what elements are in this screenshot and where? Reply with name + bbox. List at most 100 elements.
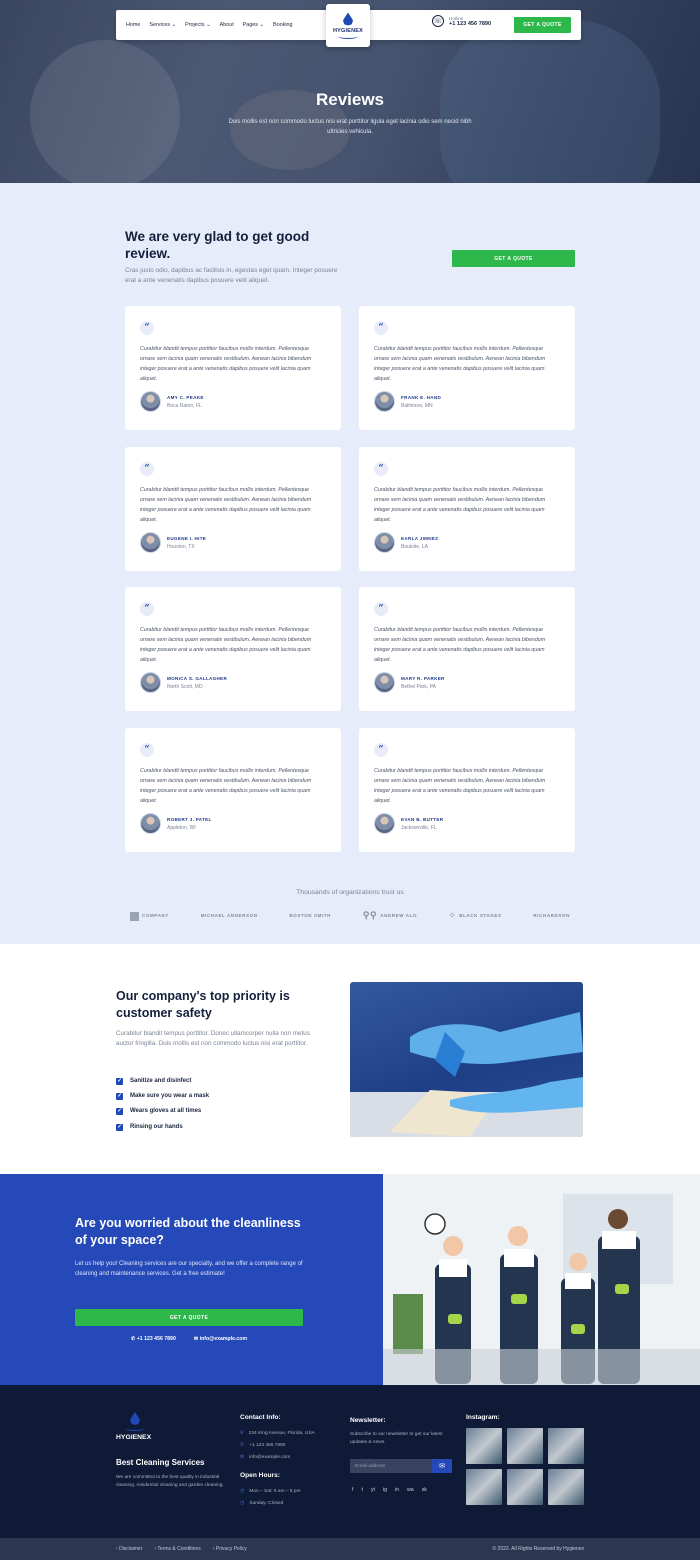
skype-icon[interactable]: sk (422, 1487, 427, 1493)
site-logo[interactable]: HYGIENEX (326, 4, 370, 47)
hours-title: Open Hours: (240, 1472, 280, 1479)
youtube-icon[interactable]: yt (371, 1487, 375, 1493)
avatar (374, 672, 395, 693)
twitter-icon[interactable]: t (361, 1487, 362, 1493)
reviews-quote-button[interactable]: GET A QUOTE (452, 250, 575, 267)
check-label: Wears gloves at all times (130, 1108, 202, 1114)
review-card: “ Curabitur blandit tempus porttitor fau… (125, 728, 341, 852)
instagram-photo[interactable] (466, 1469, 502, 1505)
avatar (374, 532, 395, 553)
cta-email[interactable]: ✉ info@example.com (194, 1336, 247, 1342)
water-drop-icon (130, 1412, 140, 1425)
reviewer-name: EVAN B. BUTTER (401, 817, 444, 822)
review-text: Curabitur blandit tempus porttitor fauci… (374, 768, 546, 804)
brand-logo: RICHARDSON (533, 913, 570, 919)
footer-about: We are committed to the best quality in … (116, 1475, 224, 1488)
footer-link-label: Terms & Conditions (157, 1546, 201, 1552)
instagram-photo[interactable] (507, 1469, 543, 1505)
reviewer-location: Boutsite, LA (401, 544, 428, 550)
whatsapp-icon[interactable]: wa (407, 1487, 414, 1493)
facebook-icon[interactable]: f (352, 1487, 353, 1493)
quote-icon: “ (140, 321, 154, 335)
instagram-photo[interactable] (548, 1469, 584, 1505)
check-label: Sanitize and disinfect (130, 1078, 192, 1084)
header-quote-button[interactable]: GET A QUOTE (514, 17, 571, 33)
footer-email[interactable]: ✉ info@example.com (240, 1454, 290, 1460)
reviews-intro: Cras justo odio, dapibus ac facilisis in… (125, 267, 338, 284)
nav-item-home[interactable]: Home (126, 22, 140, 28)
chevron-down-icon: ⌄ (171, 22, 177, 28)
footer-links: › Disclaimer › Terms & Conditions › Priv… (116, 1538, 247, 1560)
review-card: “ Curabitur blandit tempus porttitor fau… (125, 306, 341, 430)
footer-logo[interactable] (120, 1412, 150, 1431)
avatar (140, 813, 161, 834)
page-title: Reviews (315, 90, 385, 109)
hours-sunday: ◷ Sunday: Closed (240, 1500, 283, 1506)
cta-section (0, 1174, 383, 1386)
bicycle-icon: ⚲⚲ (362, 910, 378, 921)
reviewer-name: FRANK E. HAND (401, 395, 442, 400)
cta-quote-button[interactable]: GET A QUOTE (75, 1309, 303, 1326)
brand-logo: ⚲⚲ ANDREW ALO (362, 910, 418, 921)
nav-item-projects[interactable]: Projects ⌄ (185, 22, 211, 28)
footer-link-privacy[interactable]: › Privacy Policy (213, 1546, 247, 1552)
safety-text: Curabitur blandit tempus porttitor. Done… (116, 1030, 310, 1047)
brand-logo: MICHAEL ANDERSON (201, 913, 258, 919)
newsletter-submit-button[interactable]: ✉ (432, 1459, 452, 1473)
brand-logo: BOSTON SMITH (289, 913, 331, 919)
instagram-photo[interactable] (466, 1428, 502, 1464)
footer-phone[interactable]: ✆ +1 123 456 7890 (240, 1442, 285, 1448)
footer-link-terms[interactable]: › Terms & Conditions (154, 1546, 200, 1552)
brand-name: BOSTON SMITH (289, 913, 332, 919)
check-item: ✓ Wears gloves at all times (116, 1106, 201, 1116)
footer-phone-text: +1 123 456 7890 (249, 1442, 286, 1448)
reviewer-name: ROBERT J. PATEL (167, 817, 212, 822)
nav-item-booking[interactable]: Booking (273, 22, 292, 28)
hotline-text: Hotline +1 123 456 7890 (449, 16, 491, 27)
review-card: “ Curabitur blandit tempus porttitor fau… (125, 447, 341, 571)
quote-icon: “ (140, 743, 154, 757)
reviewer-location: Boca Raton, FL (167, 403, 202, 409)
reviewer-location: Jacksonville, FL (401, 825, 437, 831)
nav-item-services[interactable]: Services ⌄ (149, 22, 176, 28)
instagram-icon[interactable]: ig (383, 1487, 387, 1493)
logo-arc (125, 1426, 145, 1431)
cta-text: Let us help you! Cleaning services are o… (75, 1261, 303, 1277)
cta-phone-text: +1 123 456 7890 (136, 1336, 176, 1342)
team-illustration (383, 1174, 700, 1386)
chevron-down-icon: ⌄ (206, 22, 211, 28)
hotline: ☏ Hotline +1 123 456 7890 (432, 15, 491, 27)
review-card: “ Curabitur blandit tempus porttitor fau… (359, 728, 575, 852)
newsletter-email-input[interactable]: Email address (350, 1459, 432, 1473)
check-item: ✓ Make sure you wear a mask (116, 1091, 209, 1101)
nav-item-about[interactable]: About (220, 22, 234, 28)
quote-icon: “ (374, 602, 388, 616)
reviewer-name: EUGENE I. HITE (167, 536, 207, 541)
logo-arc (338, 34, 358, 39)
checkbox-icon: ✓ (116, 1092, 123, 1100)
instagram-photo[interactable] (507, 1428, 543, 1464)
reviewer-location: North Scott, MD (167, 684, 203, 690)
footer-link-disclaimer[interactable]: › Disclaimer (116, 1546, 142, 1552)
brand-name: COMPANY (142, 913, 169, 919)
hours-weekdays: ◷ Mon – Sat: 8 am – 5 pm (240, 1488, 301, 1494)
brand-name: RICHARDSON (533, 913, 570, 919)
safety-heading: Our company's top priority is customer s… (116, 989, 290, 1020)
review-text: Curabitur blandit tempus porttitor fauci… (374, 487, 546, 523)
instagram-photo[interactable] (548, 1428, 584, 1464)
checkbox-icon: ✓ (116, 1107, 123, 1115)
send-icon: ✉ (439, 1463, 445, 1470)
cta-phone[interactable]: ✆ +1 123 456 7890 (131, 1336, 176, 1342)
contact-title: Contact Info: (240, 1414, 281, 1421)
nav-item-pages[interactable]: Pages ⌄ (243, 22, 264, 28)
review-text: Curabitur blandit tempus porttitor fauci… (140, 768, 312, 804)
linkedin-icon[interactable]: in (395, 1487, 399, 1493)
brand-name: ANDREW ALO (380, 913, 418, 919)
clock-icon: ◷ (240, 1500, 245, 1506)
cta-heading: Are you worried about the cleanliness of… (75, 1216, 301, 1247)
reviewer-name: MARY R. PARKER (401, 676, 445, 681)
check-label: Make sure you wear a mask (130, 1093, 210, 1099)
check-item: ✓ Sanitize and disinfect (116, 1076, 191, 1086)
logo-text: HYGIENEX (332, 27, 364, 34)
hotline-number[interactable]: +1 123 456 7890 (449, 21, 491, 27)
